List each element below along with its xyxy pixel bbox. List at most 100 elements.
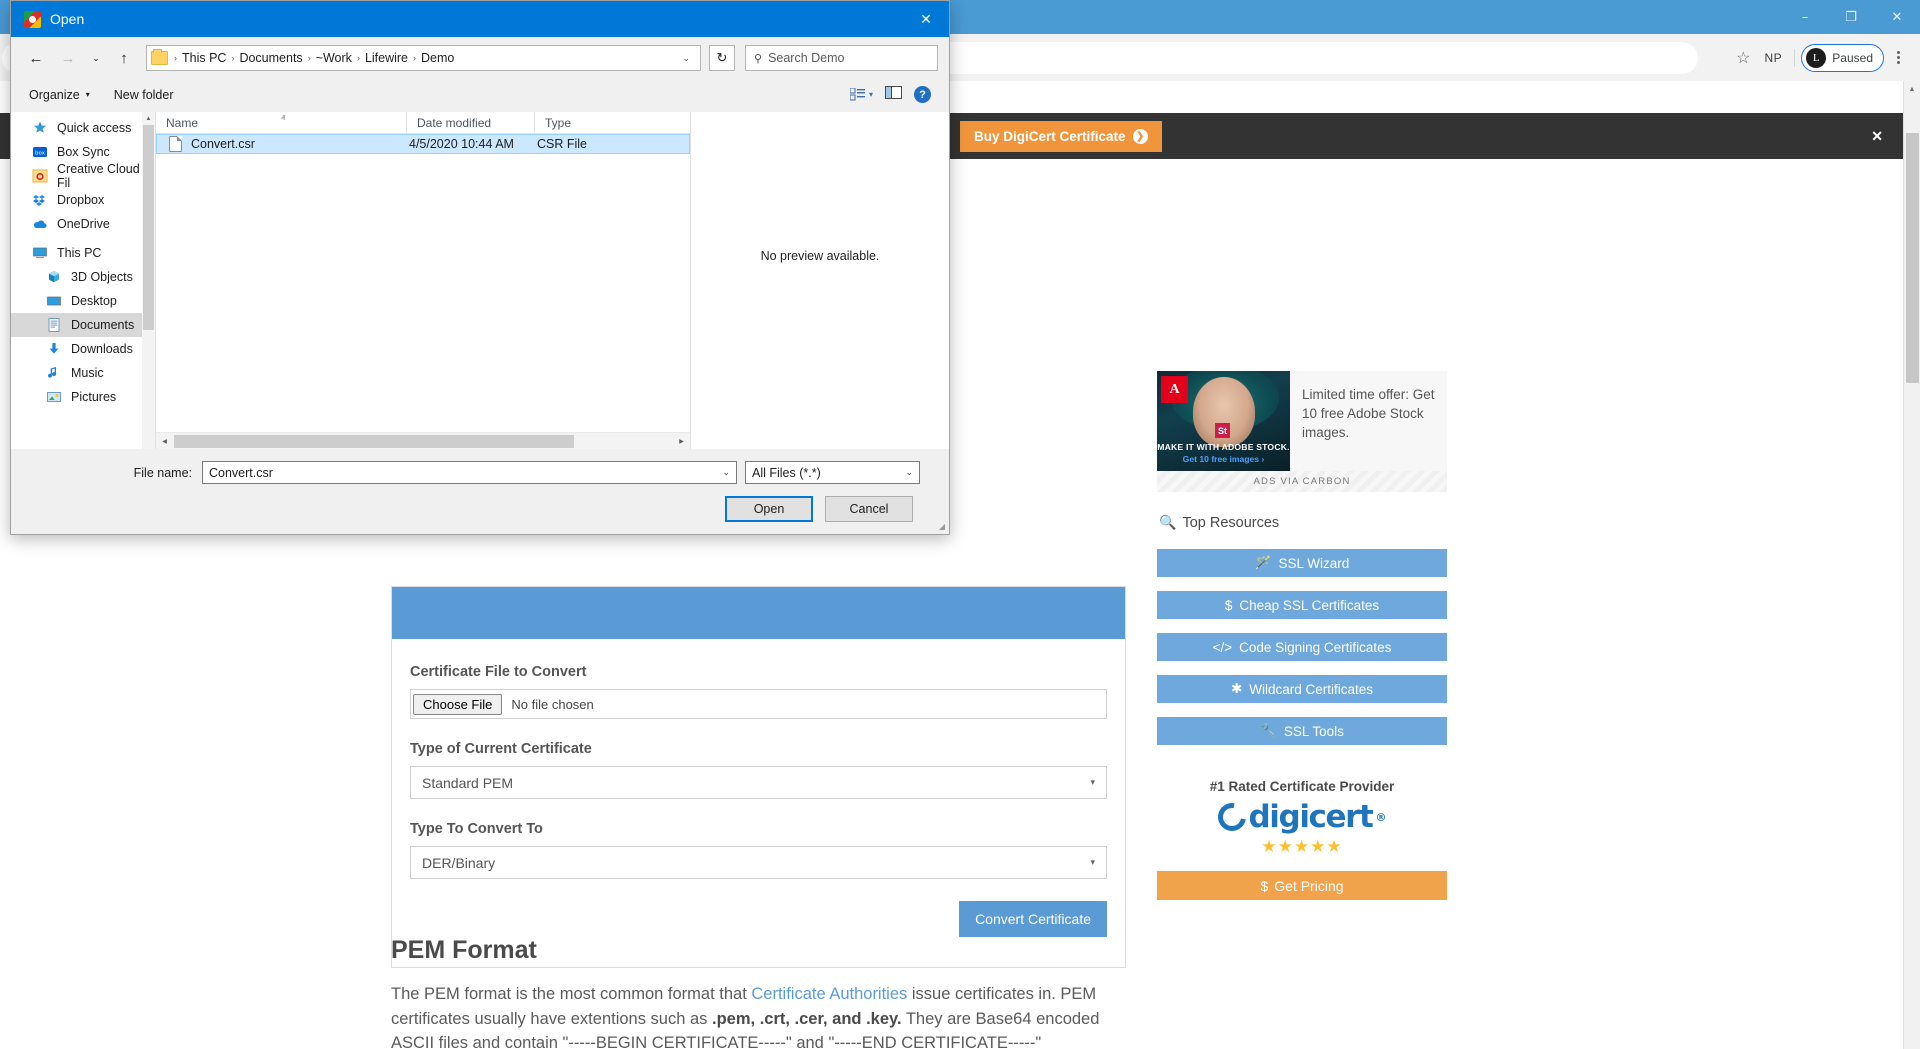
certificate-authorities-link[interactable]: Certificate Authorities — [751, 985, 907, 1003]
browser-menu-icon[interactable] — [1884, 43, 1912, 73]
buy-digicert-label: Buy DigiCert Certificate — [974, 128, 1126, 144]
table-row[interactable]: Convert.csr 4/5/2020 10:44 AM CSR File — [156, 134, 690, 154]
sidebar-scrollbar[interactable]: ▲ — [142, 112, 155, 449]
column-label: Type — [545, 115, 572, 130]
file-list-horizontal-scrollbar[interactable]: ◀ ▶ — [156, 432, 690, 449]
recent-locations-button[interactable]: ⌄ — [86, 44, 106, 72]
scroll-up-icon[interactable]: ▲ — [1904, 81, 1920, 98]
no-preview-label: No preview available. — [760, 249, 880, 263]
certificate-file-input[interactable]: Choose File No file chosen — [410, 689, 1107, 719]
dialog-titlebar: Open ✕ — [11, 1, 949, 37]
banner-close-icon[interactable]: ✕ — [1871, 128, 1883, 145]
breadcrumb[interactable]: › This PC › Documents › ~Work › Lifewire… — [146, 45, 701, 71]
hscrollbar-thumb[interactable] — [174, 435, 574, 448]
resource-button-ssl-wizard[interactable]: 🪄 SSL Wizard — [1157, 549, 1447, 577]
convert-certificate-button[interactable]: Convert Certificate — [959, 901, 1107, 937]
command-bar-right: ▾ ? — [849, 85, 931, 104]
preview-pane-button[interactable] — [885, 85, 902, 104]
file-type-filter-select[interactable]: All Files (*.*) ⌄ — [745, 461, 920, 484]
sort-ascending-icon: ⱏ — [281, 112, 286, 123]
profile-button[interactable]: L Paused — [1801, 43, 1884, 72]
current-certificate-type-select[interactable]: Standard PEM ▾ — [410, 766, 1107, 799]
refresh-button[interactable]: ↻ — [709, 45, 735, 71]
place-pictures[interactable]: Pictures — [11, 385, 155, 409]
column-header-date-modified[interactable]: Date modified — [406, 111, 534, 134]
place-3d-objects[interactable]: 3D Objects — [11, 265, 155, 289]
dollar-icon: $ — [1224, 597, 1233, 613]
ssl-converter-card: Certificate File to Convert Choose File … — [391, 586, 1126, 968]
scroll-up-icon[interactable]: ▲ — [142, 112, 155, 125]
place-music[interactable]: Music — [11, 361, 155, 385]
up-one-level-button[interactable]: ↑ — [110, 44, 138, 72]
column-header-type[interactable]: Type — [534, 111, 644, 134]
place-quick-access[interactable]: Quick access — [11, 116, 155, 140]
scrollbar-thumb[interactable] — [1906, 133, 1919, 383]
resource-button-ssl-tools[interactable]: 🔧 SSL Tools — [1157, 717, 1447, 745]
sidebar-scrollbar-thumb[interactable] — [143, 125, 154, 330]
page-sidebar: A St MAKE IT WITH ADOBE STOCK. Get 10 fr… — [1157, 371, 1447, 900]
choose-file-button[interactable]: Choose File — [413, 693, 503, 715]
ad-attribution[interactable]: ADS VIA CARBON — [1157, 471, 1447, 492]
place-dropbox[interactable]: Dropbox — [11, 188, 155, 212]
resource-button-wildcard[interactable]: ✱ Wildcard Certificates — [1157, 675, 1447, 703]
pictures-icon — [46, 389, 62, 405]
place-downloads[interactable]: Downloads — [11, 337, 155, 361]
ad-copy-text: Limited time offer: Get 10 free Adobe St… — [1302, 387, 1435, 440]
resource-button-cheap-ssl[interactable]: $ Cheap SSL Certificates — [1157, 591, 1447, 619]
asterisk-icon: ✱ — [1230, 681, 1243, 696]
bookmark-star-icon[interactable]: ☆ — [1728, 43, 1758, 73]
organize-menu-button[interactable]: Organize ▾ — [29, 88, 90, 102]
chevron-down-icon[interactable]: ⌄ — [722, 467, 730, 478]
breadcrumb-item-lifewire[interactable]: Lifewire — [363, 51, 410, 65]
place-label: Downloads — [71, 342, 133, 356]
music-note-icon — [46, 365, 62, 381]
place-creative-cloud[interactable]: Creative Cloud Fil — [11, 162, 155, 190]
resource-button-code-signing[interactable]: </> Code Signing Certificates — [1157, 633, 1447, 661]
place-documents[interactable]: Documents — [11, 313, 155, 337]
forward-button: → — [60, 49, 76, 67]
folder-icon — [151, 49, 168, 65]
get-pricing-label: Get Pricing — [1274, 877, 1344, 894]
file-name-input[interactable]: Convert.csr ⌄ — [202, 461, 737, 484]
open-button[interactable]: Open — [725, 496, 813, 522]
help-icon[interactable]: ? — [914, 86, 931, 103]
change-view-button[interactable]: ▾ — [849, 88, 873, 101]
buy-digicert-certificate-button[interactable]: Buy DigiCert Certificate ❯ — [960, 120, 1162, 152]
breadcrumb-item-work[interactable]: ~Work — [314, 51, 354, 65]
place-desktop[interactable]: Desktop — [11, 289, 155, 313]
get-pricing-button[interactable]: $ Get Pricing — [1157, 871, 1447, 900]
breadcrumb-item-documents[interactable]: Documents — [237, 51, 304, 65]
list-view-icon — [849, 88, 865, 101]
place-this-pc[interactable]: This PC — [11, 241, 155, 265]
carbon-ad[interactable]: A St MAKE IT WITH ADOBE STOCK. Get 10 fr… — [1157, 371, 1447, 471]
place-label: Desktop — [71, 294, 117, 308]
convert-to-type-select[interactable]: DER/Binary ▾ — [410, 846, 1107, 879]
maximize-restore-button[interactable]: ❐ — [1828, 0, 1874, 34]
breadcrumb-item-demo[interactable]: Demo — [419, 51, 456, 65]
dialog-close-button[interactable]: ✕ — [903, 1, 949, 37]
dialog-navigation-bar: ← → ⌄ ↑ › This PC › Documents › ~Work › … — [11, 37, 949, 79]
scroll-left-icon[interactable]: ◀ — [156, 438, 173, 445]
convert-to-value: DER/Binary — [422, 854, 496, 871]
file-list-header: Name ⱏ Date modified Type — [156, 111, 690, 134]
digicert-wordmark: digicert — [1248, 799, 1374, 835]
column-header-name[interactable]: Name ⱏ — [156, 112, 406, 134]
dialog-footer: File name: Convert.csr ⌄ All Files (*.*)… — [11, 449, 949, 534]
scroll-right-icon[interactable]: ▶ — [673, 438, 690, 445]
search-input[interactable]: ⚲ Search Demo — [745, 45, 938, 71]
place-label: Pictures — [71, 390, 117, 404]
resize-grip-icon[interactable]: ◢ — [939, 522, 945, 531]
new-folder-button[interactable]: New folder — [114, 88, 174, 102]
chrome-app-icon — [24, 10, 41, 28]
close-window-button[interactable]: ✕ — [1874, 0, 1920, 34]
back-button[interactable]: ← — [22, 44, 50, 72]
minimize-button[interactable]: – — [1782, 0, 1828, 34]
extension-np-icon[interactable]: NP — [1758, 43, 1788, 73]
cancel-button[interactable]: Cancel — [825, 496, 913, 522]
pem-p1-a: The PEM format is the most common format… — [391, 985, 752, 1003]
breadcrumb-item-this-pc[interactable]: This PC — [180, 51, 228, 65]
page-scrollbar[interactable]: ▲ — [1903, 81, 1920, 1049]
place-onedrive[interactable]: OneDrive — [11, 212, 155, 236]
chevron-down-icon[interactable]: ⌄ — [676, 53, 696, 64]
place-box-sync[interactable]: box Box Sync — [11, 140, 155, 164]
